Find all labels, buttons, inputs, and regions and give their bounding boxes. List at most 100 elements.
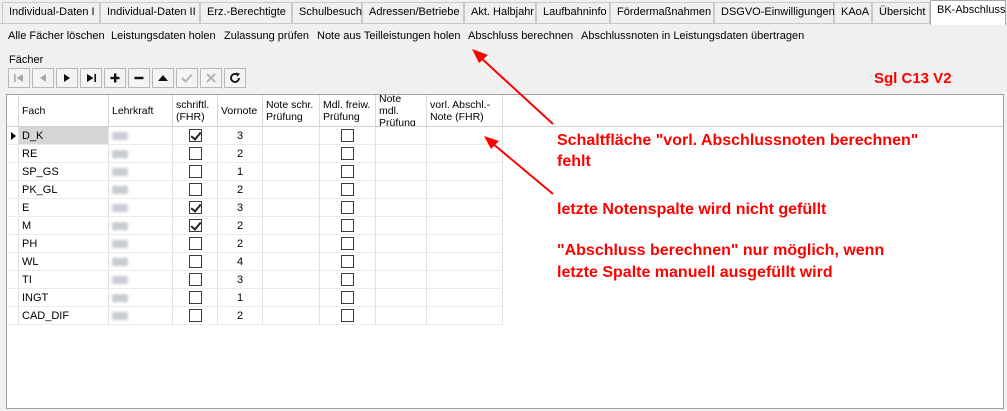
cell-vornote[interactable]: 1 xyxy=(218,163,263,181)
row-indicator[interactable] xyxy=(7,163,19,181)
column-header-note-mdl-pruefung[interactable]: Note mdl. Prüfung xyxy=(376,95,427,127)
row-indicator[interactable] xyxy=(7,217,19,235)
cell-lehrkraft[interactable] xyxy=(109,253,173,271)
row-indicator[interactable] xyxy=(7,181,19,199)
schriftl-checkbox[interactable] xyxy=(188,201,202,214)
cell-schriftl[interactable] xyxy=(173,307,218,325)
column-header-fach[interactable]: Fach xyxy=(19,95,109,127)
column-header-note-schr-pruefung[interactable]: Note schr. Prüfung xyxy=(263,95,320,127)
cell-mdl-freiw[interactable] xyxy=(320,307,376,325)
cell-note-schr-pruefung[interactable] xyxy=(263,199,320,217)
cell-schriftl[interactable] xyxy=(173,199,218,217)
column-header-lehrkraft[interactable]: Lehrkraft xyxy=(109,95,173,127)
cell-fach[interactable]: E xyxy=(19,199,109,217)
cell-vorl-abschlussnote[interactable] xyxy=(427,289,503,307)
schriftl-checkbox[interactable] xyxy=(188,129,202,142)
cell-lehrkraft[interactable] xyxy=(109,235,173,253)
row-indicator[interactable] xyxy=(7,271,19,289)
prior-record-icon[interactable] xyxy=(32,68,54,88)
mdl-freiw-checkbox[interactable] xyxy=(341,165,354,178)
mdl-freiw-checkbox[interactable] xyxy=(341,219,354,232)
cell-note-schr-pruefung[interactable] xyxy=(263,181,320,199)
cell-fach[interactable]: D_K xyxy=(19,127,109,145)
cell-fach[interactable]: PK_GL xyxy=(19,181,109,199)
cell-vorl-abschlussnote[interactable] xyxy=(427,199,503,217)
cell-lehrkraft[interactable] xyxy=(109,289,173,307)
cell-vorl-abschlussnote[interactable] xyxy=(427,271,503,289)
cell-note-schr-pruefung[interactable] xyxy=(263,307,320,325)
schriftl-checkbox[interactable] xyxy=(188,147,202,160)
row-indicator[interactable] xyxy=(7,199,19,217)
cell-note-schr-pruefung[interactable] xyxy=(263,271,320,289)
cell-schriftl[interactable] xyxy=(173,145,218,163)
cell-fach[interactable]: WL xyxy=(19,253,109,271)
tab-schulbesuch[interactable]: Schulbesuch xyxy=(292,2,362,23)
cell-note-mdl-pruefung[interactable] xyxy=(376,145,427,163)
cell-fach[interactable]: SP_GS xyxy=(19,163,109,181)
cell-lehrkraft[interactable] xyxy=(109,163,173,181)
cell-vorl-abschlussnote[interactable] xyxy=(427,217,503,235)
cell-mdl-freiw[interactable] xyxy=(320,235,376,253)
cell-vorl-abschlussnote[interactable] xyxy=(427,163,503,181)
row-indicator[interactable] xyxy=(7,127,19,145)
mdl-freiw-checkbox[interactable] xyxy=(341,147,354,160)
insert-icon[interactable] xyxy=(104,68,126,88)
cell-note-schr-pruefung[interactable] xyxy=(263,145,320,163)
row-indicator[interactable] xyxy=(7,145,19,163)
cell-lehrkraft[interactable] xyxy=(109,217,173,235)
zulassung-pruefen-button[interactable]: Zulassung prüfen xyxy=(224,30,309,42)
alle-faecher-loeschen-button[interactable]: Alle Fächer löschen xyxy=(8,30,105,42)
schriftl-checkbox[interactable] xyxy=(188,273,202,286)
mdl-freiw-checkbox[interactable] xyxy=(341,237,354,250)
cell-mdl-freiw[interactable] xyxy=(320,127,376,145)
mdl-freiw-checkbox[interactable] xyxy=(341,255,354,268)
cell-vornote[interactable]: 2 xyxy=(218,217,263,235)
last-record-icon[interactable] xyxy=(80,68,102,88)
abschluss-berechnen-button[interactable]: Abschluss berechnen xyxy=(468,30,573,42)
tab-individual-daten-2[interactable]: Individual-Daten II xyxy=(100,2,200,23)
cell-note-mdl-pruefung[interactable] xyxy=(376,127,427,145)
cell-note-schr-pruefung[interactable] xyxy=(263,127,320,145)
cell-vornote[interactable]: 3 xyxy=(218,127,263,145)
schriftl-checkbox[interactable] xyxy=(188,291,202,304)
cell-schriftl[interactable] xyxy=(173,253,218,271)
tab-erz-berechtigte[interactable]: Erz.-Berechtigte xyxy=(200,2,292,23)
cell-vornote[interactable]: 4 xyxy=(218,253,263,271)
cell-mdl-freiw[interactable] xyxy=(320,199,376,217)
tab-foerdermassnahmen[interactable]: Fördermaßnahmen xyxy=(610,2,714,23)
cell-note-schr-pruefung[interactable] xyxy=(263,289,320,307)
cell-vornote[interactable]: 2 xyxy=(218,307,263,325)
table-row[interactable]: D_K 3 xyxy=(7,127,503,145)
cell-note-mdl-pruefung[interactable] xyxy=(376,253,427,271)
table-row[interactable]: M2 xyxy=(7,217,503,235)
cell-fach[interactable]: INGT xyxy=(19,289,109,307)
cell-note-mdl-pruefung[interactable] xyxy=(376,307,427,325)
cell-note-schr-pruefung[interactable] xyxy=(263,235,320,253)
table-row[interactable]: E3 xyxy=(7,199,503,217)
mdl-freiw-checkbox[interactable] xyxy=(341,129,354,142)
edit-icon[interactable] xyxy=(152,68,174,88)
cell-schriftl[interactable] xyxy=(173,217,218,235)
cell-vorl-abschlussnote[interactable] xyxy=(427,307,503,325)
cell-note-schr-pruefung[interactable] xyxy=(263,163,320,181)
schriftl-checkbox[interactable] xyxy=(188,309,202,322)
next-record-icon[interactable] xyxy=(56,68,78,88)
mdl-freiw-checkbox[interactable] xyxy=(341,309,354,322)
cell-vorl-abschlussnote[interactable] xyxy=(427,145,503,163)
tab-individual-daten-1[interactable]: Individual-Daten I xyxy=(2,2,100,23)
tab-adressen-betriebe[interactable]: Adressen/Betriebe xyxy=(362,2,464,23)
cell-lehrkraft[interactable] xyxy=(109,271,173,289)
cell-schriftl[interactable] xyxy=(173,271,218,289)
cell-mdl-freiw[interactable] xyxy=(320,271,376,289)
cell-lehrkraft[interactable] xyxy=(109,145,173,163)
delete-icon[interactable] xyxy=(128,68,150,88)
cell-note-mdl-pruefung[interactable] xyxy=(376,271,427,289)
cell-note-mdl-pruefung[interactable] xyxy=(376,217,427,235)
cell-vorl-abschlussnote[interactable] xyxy=(427,253,503,271)
row-indicator[interactable] xyxy=(7,307,19,325)
cell-vornote[interactable]: 2 xyxy=(218,145,263,163)
cell-mdl-freiw[interactable] xyxy=(320,163,376,181)
cell-note-mdl-pruefung[interactable] xyxy=(376,235,427,253)
mdl-freiw-checkbox[interactable] xyxy=(341,273,354,286)
cell-note-mdl-pruefung[interactable] xyxy=(376,289,427,307)
